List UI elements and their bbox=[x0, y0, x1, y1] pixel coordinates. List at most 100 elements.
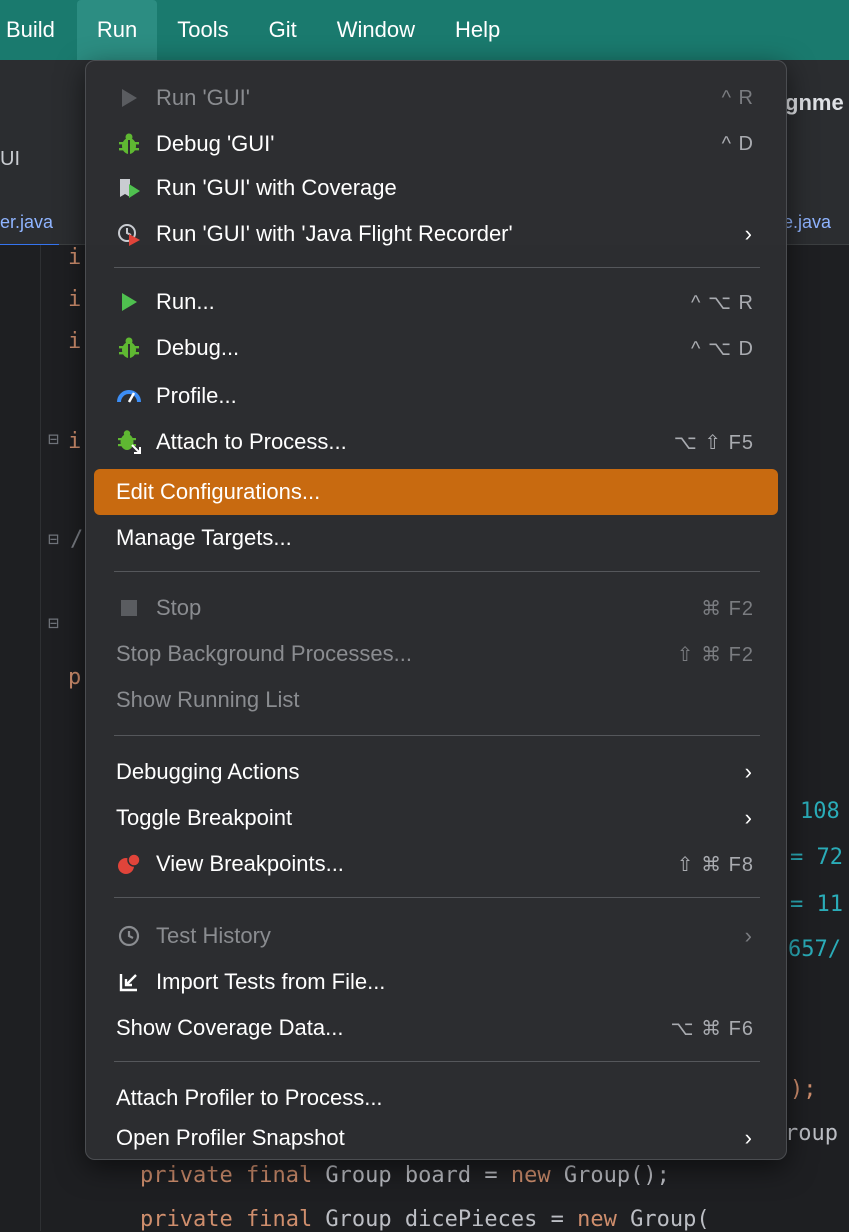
code-line: / bbox=[70, 527, 84, 552]
code-line: = 72 bbox=[790, 845, 843, 870]
menu-item-label: View Breakpoints... bbox=[156, 851, 344, 876]
menu-item-shortcut: ^ ⌥ D bbox=[691, 337, 754, 360]
menu-build[interactable]: Build bbox=[0, 0, 77, 60]
menu-item-label: Show Running List bbox=[116, 687, 300, 712]
menu-item-attach-to-process[interactable]: Attach to Process... ⌥ ⇧ F5 bbox=[94, 419, 778, 465]
menu-item-label: Debugging Actions bbox=[116, 759, 300, 784]
code-line: roup bbox=[785, 1121, 838, 1146]
menu-item-run-ellipsis[interactable]: Run... ^ ⌥ R bbox=[94, 279, 778, 325]
menu-item-manage-targets[interactable]: Manage Targets... bbox=[94, 515, 778, 561]
menu-item-view-breakpoints[interactable]: View Breakpoints... ⇧ ⌘ F8 bbox=[94, 841, 778, 887]
menu-item-shortcut: ⌘ F2 bbox=[701, 597, 754, 620]
fold-icon[interactable]: ⊟ bbox=[48, 529, 59, 550]
code-line: ); bbox=[790, 1077, 817, 1102]
menu-run[interactable]: Run bbox=[76, 0, 158, 60]
menu-item-shortcut: ⇧ ⌘ F2 bbox=[676, 643, 754, 666]
menu-item-run-with-jfr[interactable]: Run 'GUI' with 'Java Flight Recorder' › bbox=[94, 211, 778, 257]
menu-item-attach-profiler[interactable]: Attach Profiler to Process... bbox=[94, 1075, 778, 1121]
fold-icon[interactable]: ⊟ bbox=[48, 429, 59, 450]
menu-item-label: Run 'GUI' with 'Java Flight Recorder' bbox=[156, 221, 513, 246]
menu-bar: Build Run Tools Git Window Help bbox=[0, 0, 849, 60]
menu-item-show-coverage-data[interactable]: Show Coverage Data... ⌥ ⌘ F6 bbox=[94, 1005, 778, 1051]
coverage-icon bbox=[116, 175, 142, 201]
breakpoints-icon bbox=[116, 851, 142, 877]
menu-tools[interactable]: Tools bbox=[157, 0, 248, 60]
code-line: p bbox=[68, 665, 82, 690]
code-line: private final Group board = new Group(); bbox=[140, 1163, 670, 1188]
menu-item-shortcut: ⇧ ⌘ F8 bbox=[676, 853, 754, 876]
code-line: private final Group dicePieces = new Gro… bbox=[140, 1207, 710, 1232]
code-line: i bbox=[68, 429, 82, 454]
code-line: 108 bbox=[800, 799, 840, 824]
menu-item-shortcut: ⌥ ⇧ F5 bbox=[673, 431, 754, 454]
history-clock-icon bbox=[116, 923, 142, 949]
menu-item-stop-background-processes[interactable]: Stop Background Processes... ⇧ ⌘ F2 bbox=[94, 631, 778, 677]
code-line: i bbox=[68, 287, 82, 312]
menu-item-debugging-actions[interactable]: Debugging Actions › bbox=[94, 749, 778, 795]
debug-icon bbox=[116, 131, 142, 157]
menu-item-debug-ellipsis[interactable]: Debug... ^ ⌥ D bbox=[94, 325, 778, 371]
window-title: gnme bbox=[785, 90, 844, 115]
menu-item-profile[interactable]: Profile... bbox=[94, 373, 778, 419]
menu-item-label: Run 'GUI' bbox=[156, 85, 250, 110]
attach-debug-icon bbox=[116, 429, 142, 455]
menu-item-shortcut: ^ ⌥ R bbox=[691, 291, 754, 314]
run-menu-dropdown: Run 'GUI' ^ R Debug 'GUI' ^ D Run 'GUI' … bbox=[85, 60, 787, 1160]
menu-item-run-with-coverage[interactable]: Run 'GUI' with Coverage bbox=[94, 165, 778, 211]
gutter-divider bbox=[40, 245, 41, 1231]
editor-tab[interactable]: er.java bbox=[0, 200, 60, 247]
menu-item-label: Run 'GUI' with Coverage bbox=[156, 175, 397, 200]
menu-window[interactable]: Window bbox=[317, 0, 435, 60]
menu-item-test-history[interactable]: Test History › bbox=[94, 913, 778, 959]
menu-item-shortcut: ^ D bbox=[721, 132, 754, 155]
stop-icon bbox=[116, 595, 142, 621]
menu-item-label: Toggle Breakpoint bbox=[116, 805, 293, 830]
submenu-arrow-icon: › bbox=[744, 1125, 752, 1150]
menu-item-label: Attach Profiler to Process... bbox=[116, 1085, 383, 1110]
menu-item-show-running-list[interactable]: Show Running List bbox=[94, 677, 778, 723]
menu-item-label: Manage Targets... bbox=[116, 525, 292, 550]
menu-item-label: Import Tests from File... bbox=[156, 969, 386, 994]
menu-item-label: Attach to Process... bbox=[156, 429, 347, 454]
menu-item-import-tests[interactable]: Import Tests from File... bbox=[94, 959, 778, 1005]
menu-item-shortcut: ^ R bbox=[721, 86, 754, 109]
menu-item-open-profiler-snapshot[interactable]: Open Profiler Snapshot › bbox=[94, 1121, 778, 1155]
import-tests-icon bbox=[116, 969, 142, 995]
code-line: 657/ bbox=[788, 937, 841, 962]
menu-item-label: Show Coverage Data... bbox=[116, 1015, 344, 1040]
menu-item-label: Test History bbox=[156, 923, 271, 948]
menu-item-label: Debug... bbox=[156, 335, 240, 360]
submenu-arrow-icon: › bbox=[744, 805, 752, 830]
code-line: i bbox=[68, 329, 82, 354]
menu-item-shortcut: ⌥ ⌘ F6 bbox=[670, 1017, 754, 1040]
menu-git[interactable]: Git bbox=[249, 0, 317, 60]
submenu-arrow-icon: › bbox=[744, 923, 752, 948]
menu-separator bbox=[114, 735, 760, 736]
menu-item-label: Stop bbox=[156, 595, 202, 620]
menu-item-edit-configurations[interactable]: Edit Configurations... bbox=[94, 469, 778, 515]
flight-recorder-icon bbox=[116, 221, 142, 247]
run-icon bbox=[116, 289, 142, 315]
project-title: UI bbox=[0, 148, 20, 170]
menu-separator bbox=[114, 1061, 760, 1062]
menu-separator bbox=[114, 897, 760, 898]
submenu-arrow-icon: › bbox=[744, 759, 752, 784]
code-line: = 11 bbox=[790, 892, 843, 917]
menu-item-label: Open Profiler Snapshot bbox=[116, 1125, 345, 1150]
code-line: i bbox=[68, 245, 82, 270]
menu-item-run-gui[interactable]: Run 'GUI' ^ R bbox=[94, 75, 778, 121]
menu-item-label: Stop Background Processes... bbox=[116, 641, 412, 666]
menu-item-toggle-breakpoint[interactable]: Toggle Breakpoint › bbox=[94, 795, 778, 841]
menu-item-debug-gui[interactable]: Debug 'GUI' ^ D bbox=[94, 121, 778, 167]
menu-item-label: Run... bbox=[156, 289, 215, 314]
menu-separator bbox=[114, 571, 760, 572]
menu-item-label: Debug 'GUI' bbox=[156, 131, 275, 156]
debug-icon bbox=[116, 335, 142, 361]
run-icon bbox=[116, 85, 142, 111]
fold-icon[interactable]: ⊟ bbox=[48, 613, 59, 634]
menu-help[interactable]: Help bbox=[435, 0, 520, 60]
menu-item-stop[interactable]: Stop ⌘ F2 bbox=[94, 585, 778, 631]
menu-separator bbox=[114, 267, 760, 268]
menu-item-label: Profile... bbox=[156, 383, 237, 408]
editor-tab[interactable]: e.java bbox=[783, 200, 831, 244]
